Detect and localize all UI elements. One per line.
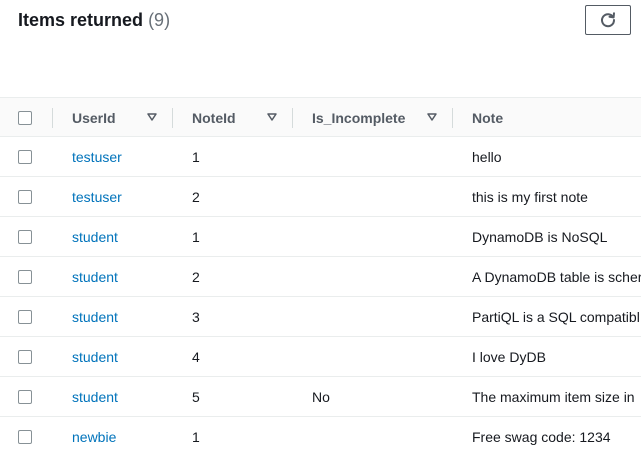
userid-cell: student [72, 377, 167, 416]
table-row: newbie 1 Free swag code: 1234 [0, 417, 641, 456]
userid-link[interactable]: student [72, 309, 118, 325]
table-row: testuser 1 hello [0, 137, 641, 177]
column-divider[interactable] [172, 108, 173, 128]
userid-cell: student [72, 217, 167, 256]
userid-link[interactable]: student [72, 389, 118, 405]
refresh-icon [601, 12, 616, 28]
noteid-cell: 5 [192, 388, 200, 405]
row-select-cell [18, 377, 34, 416]
items-returned-panel: Items returned (9) UserId NoteId Is_Inco… [0, 0, 641, 456]
table-row: student 5 No The maximum item size in [0, 377, 641, 417]
table-header-row: UserId NoteId Is_Incomplete Note [0, 97, 641, 137]
row-checkbox[interactable] [18, 189, 32, 204]
row-checkbox[interactable] [18, 149, 32, 164]
userid-link[interactable]: newbie [72, 429, 116, 445]
table-row: student 3 PartiQL is a SQL compatibl [0, 297, 641, 337]
title-text: Items returned [18, 10, 144, 30]
column-divider[interactable] [292, 108, 293, 128]
column-label-note: Note [472, 109, 504, 126]
table-row: student 1 DynamoDB is NoSQL [0, 217, 641, 257]
column-divider[interactable] [52, 108, 53, 128]
row-select-cell [18, 217, 34, 256]
row-checkbox[interactable] [18, 229, 32, 244]
table-row: student 2 A DynamoDB table is scher [0, 257, 641, 297]
userid-link[interactable]: testuser [72, 189, 122, 205]
select-all-cell [18, 98, 34, 137]
row-select-cell [18, 137, 34, 176]
sort-triangle-icon[interactable] [147, 112, 157, 122]
is-incomplete-cell [312, 137, 447, 176]
is-incomplete-cell [312, 217, 447, 256]
table-row: testuser 2 this is my first note [0, 177, 641, 217]
column-label-is-incomplete: Is_Incomplete [312, 109, 406, 126]
userid-link[interactable]: student [72, 269, 118, 285]
is-incomplete-cell [312, 257, 447, 296]
note-cell: hello [472, 148, 502, 165]
userid-cell: student [72, 257, 167, 296]
row-checkbox[interactable] [18, 309, 32, 324]
note-cell: DynamoDB is NoSQL [472, 228, 608, 245]
row-checkbox[interactable] [18, 349, 32, 364]
row-checkbox[interactable] [18, 389, 32, 404]
column-label-noteid: NoteId [192, 109, 236, 126]
select-all-checkbox[interactable] [18, 110, 32, 125]
items-table: UserId NoteId Is_Incomplete Note testuse… [0, 97, 641, 456]
noteid-cell: 3 [192, 308, 200, 325]
is-incomplete-cell: No [312, 388, 330, 405]
noteid-cell: 2 [192, 188, 200, 205]
note-cell: A DynamoDB table is scher [472, 268, 641, 285]
sort-triangle-icon[interactable] [267, 112, 277, 122]
userid-cell: student [72, 297, 167, 336]
column-divider[interactable] [452, 108, 453, 128]
panel-title: Items returned (9) [18, 8, 170, 32]
noteid-cell: 2 [192, 268, 200, 285]
is-incomplete-cell [312, 337, 447, 376]
row-select-cell [18, 297, 34, 336]
userid-cell: testuser [72, 177, 167, 216]
note-cell: The maximum item size in [472, 388, 635, 405]
is-incomplete-cell [312, 417, 447, 456]
note-cell: this is my first note [472, 188, 588, 205]
userid-link[interactable]: student [72, 349, 118, 365]
userid-cell: testuser [72, 137, 167, 176]
noteid-cell: 4 [192, 348, 200, 365]
note-cell: Free swag code: 1234 [472, 428, 611, 445]
refresh-button[interactable] [585, 5, 631, 35]
row-select-cell [18, 257, 34, 296]
item-count: (9) [148, 10, 171, 30]
column-header-note[interactable]: Note [472, 98, 641, 137]
is-incomplete-cell [312, 297, 447, 336]
note-cell: PartiQL is a SQL compatibl [472, 308, 640, 325]
userid-cell: student [72, 337, 167, 376]
column-label-userid: UserId [72, 109, 116, 126]
userid-link[interactable]: testuser [72, 149, 122, 165]
noteid-cell: 1 [192, 428, 200, 445]
is-incomplete-cell [312, 177, 447, 216]
panel-header: Items returned (9) [0, 0, 641, 96]
table-row: student 4 I love DyDB [0, 337, 641, 377]
note-cell: I love DyDB [472, 348, 546, 365]
row-checkbox[interactable] [18, 269, 32, 284]
row-select-cell [18, 337, 34, 376]
row-select-cell [18, 177, 34, 216]
userid-link[interactable]: student [72, 229, 118, 245]
noteid-cell: 1 [192, 148, 200, 165]
noteid-cell: 1 [192, 228, 200, 245]
userid-cell: newbie [72, 417, 167, 456]
row-checkbox[interactable] [18, 429, 32, 444]
sort-triangle-icon[interactable] [427, 112, 437, 122]
row-select-cell [18, 417, 34, 456]
